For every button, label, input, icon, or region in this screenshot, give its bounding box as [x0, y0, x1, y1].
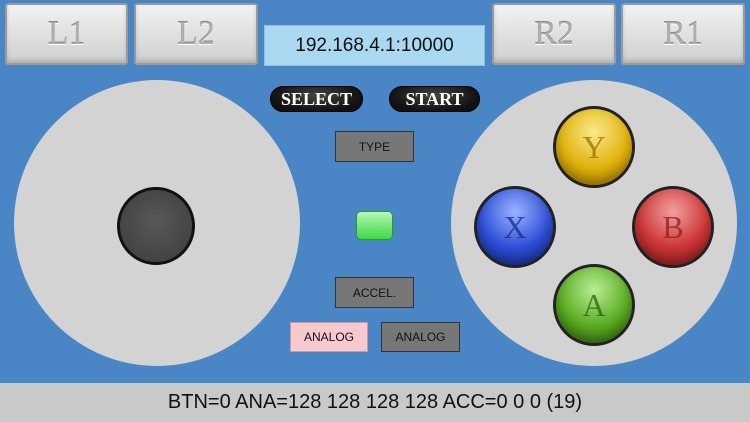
a-button[interactable]: A: [553, 264, 635, 346]
x-button[interactable]: X: [474, 186, 556, 268]
y-button[interactable]: Y: [553, 106, 635, 188]
analog-right-toggle[interactable]: ANALOG: [381, 322, 460, 352]
status-readout: BTN=0 ANA=128 128 128 128 ACC=0 0 0 (19): [0, 383, 750, 422]
type-button[interactable]: TYPE: [335, 131, 414, 162]
r2-button[interactable]: R2: [492, 3, 616, 65]
status-led-icon: [356, 211, 393, 240]
b-button[interactable]: B: [632, 186, 714, 268]
l1-button[interactable]: L1: [5, 3, 128, 65]
start-button[interactable]: START: [389, 86, 480, 112]
gamepad-screen: L1 L2 192.168.4.1:10000 R2 R1 SELECT STA…: [0, 0, 750, 422]
r1-button[interactable]: R1: [621, 3, 745, 65]
analog-left-toggle[interactable]: ANALOG: [290, 322, 368, 352]
analog-stick-knob[interactable]: [117, 187, 195, 265]
accel-button[interactable]: ACCEL.: [335, 277, 414, 308]
select-button[interactable]: SELECT: [270, 86, 363, 112]
connection-address: 192.168.4.1:10000: [264, 25, 485, 66]
l2-button[interactable]: L2: [134, 3, 258, 65]
